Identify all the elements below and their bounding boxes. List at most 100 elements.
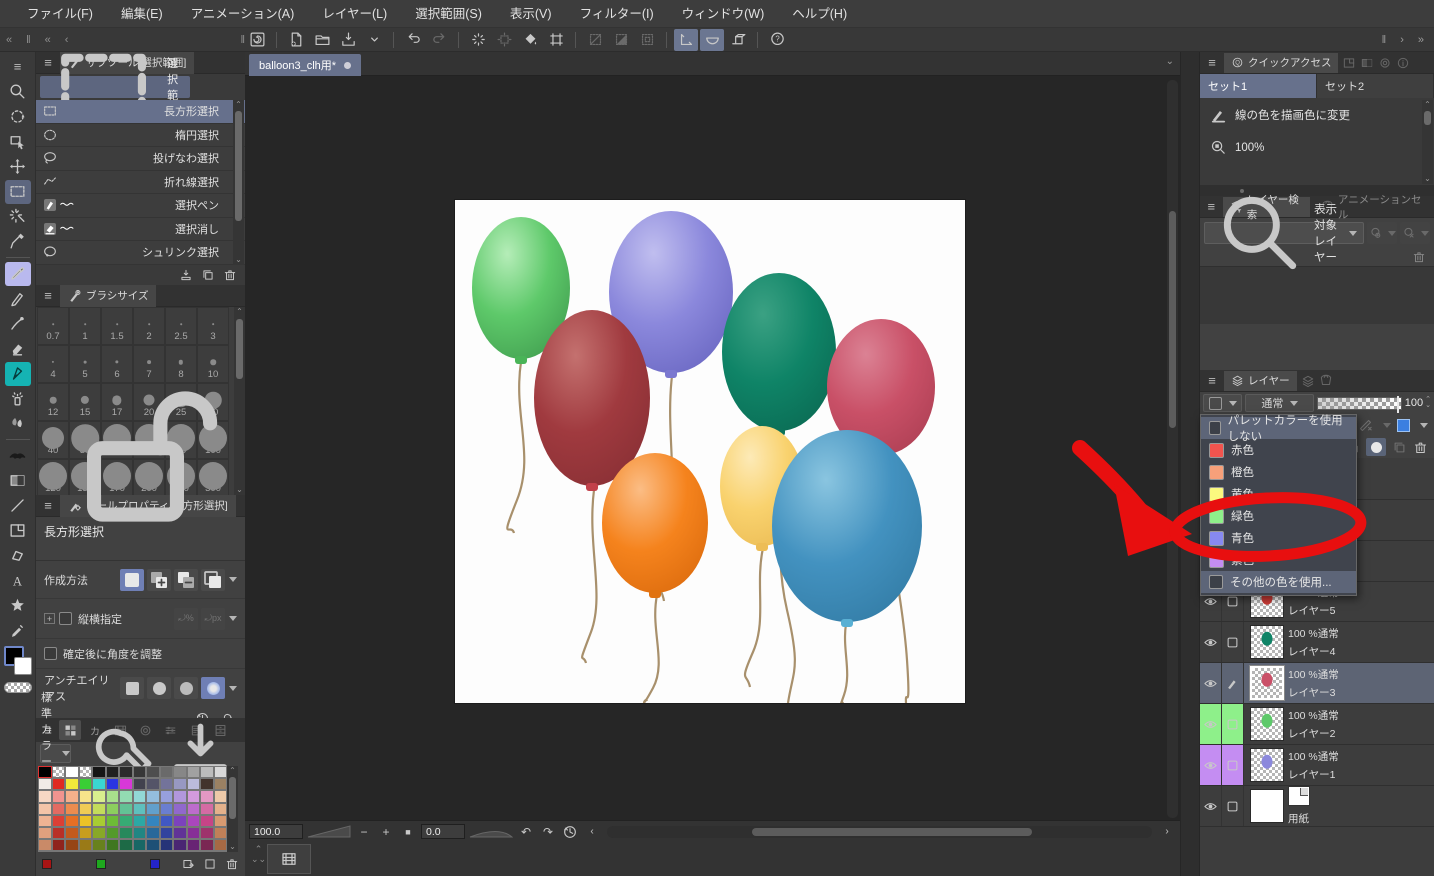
tab-list-chevron-icon[interactable]: ⌄ xyxy=(1166,56,1174,67)
decoration-bat-tool[interactable] xyxy=(5,444,31,468)
undo-arrow-button[interactable] xyxy=(401,29,425,51)
palette-color-cell[interactable] xyxy=(65,851,79,852)
palette-color-cell[interactable] xyxy=(38,766,53,780)
clip-logo-button[interactable] xyxy=(245,29,269,51)
palette-color-cell[interactable] xyxy=(213,790,227,803)
palette-color-cell[interactable] xyxy=(38,802,52,815)
chevron-down-icon[interactable] xyxy=(229,685,237,691)
palette-color-cell[interactable] xyxy=(213,766,227,779)
quick-access-tab[interactable]: Q クイックアクセス xyxy=(1224,52,1339,73)
document-canvas[interactable] xyxy=(455,200,965,708)
palette-color-cell[interactable] xyxy=(38,826,52,840)
subtool-item-0[interactable]: 長方形選択 xyxy=(36,100,245,124)
palette-color-cell[interactable] xyxy=(146,851,160,852)
palette-color-cell[interactable] xyxy=(119,802,133,815)
panel-handle-icon[interactable]: ‖ xyxy=(26,34,31,46)
palette-color-cell[interactable] xyxy=(159,826,173,840)
timeline-arrows[interactable]: ⌃ ⌄⌄ xyxy=(251,844,266,864)
palette-color-cell[interactable] xyxy=(78,778,92,791)
palette-color-cell[interactable] xyxy=(92,814,106,827)
new-doc-button[interactable] xyxy=(284,29,308,51)
palette-color-cell[interactable] xyxy=(186,790,200,803)
brush-size-scrollbar[interactable]: ⌃ ⌄ xyxy=(234,307,245,495)
layer-thumbnail[interactable] xyxy=(1250,625,1284,659)
tab-material3-icon[interactable] xyxy=(1378,56,1392,70)
palette-color-cell[interactable] xyxy=(132,802,146,815)
menu-item-5[interactable]: 表示(V) xyxy=(497,0,565,28)
scroll-right-icon[interactable]: › xyxy=(1158,824,1176,840)
palette-color-cell[interactable] xyxy=(51,851,65,852)
palette-color-cell[interactable] xyxy=(78,851,92,852)
delete-layer-icon[interactable] xyxy=(1412,250,1426,264)
layer-panel-tab[interactable]: レイヤー xyxy=(1224,370,1297,391)
fill-diamond-button[interactable] xyxy=(518,29,542,51)
palette-color-cell[interactable] xyxy=(51,839,65,852)
palette-color-cell[interactable] xyxy=(119,766,133,779)
tab-material-icon[interactable] xyxy=(1342,56,1356,70)
palette-color-cell[interactable] xyxy=(186,778,200,791)
magnifier-tool[interactable] xyxy=(5,80,31,104)
subview-button[interactable] xyxy=(267,844,311,874)
layer-visibility-eye-icon[interactable] xyxy=(1200,704,1222,744)
palette-color-cell[interactable] xyxy=(38,778,52,791)
canvas-vertical-scrollbar[interactable] xyxy=(1167,80,1178,818)
palette-color-cell[interactable] xyxy=(78,790,92,803)
palette-color-cell[interactable] xyxy=(200,778,214,791)
menu-item-3[interactable]: レイヤー(L) xyxy=(309,0,400,28)
select-border-button[interactable] xyxy=(635,29,659,51)
adjust-angle-checkbox[interactable] xyxy=(44,647,57,660)
clip-layer-icon[interactable] xyxy=(1392,440,1407,455)
palette-color-cell[interactable] xyxy=(173,839,187,852)
select-inverse-button[interactable] xyxy=(609,29,633,51)
palette-color-cell[interactable] xyxy=(65,766,79,779)
layer-thumbnail[interactable] xyxy=(1250,748,1284,782)
palette-color-cell[interactable] xyxy=(92,839,106,852)
zoom-value-field[interactable]: 100.0 xyxy=(249,824,303,839)
quick-access-scrollbar[interactable]: ⌃ ⌄ xyxy=(1422,100,1433,184)
rotate-right-button[interactable]: ↷ xyxy=(539,824,557,840)
brush-size-2[interactable]: 2 xyxy=(133,307,165,345)
rotation-value-field[interactable]: 0.0 xyxy=(421,824,465,839)
palette-color-cell[interactable] xyxy=(159,814,173,827)
chevron-down-button[interactable] xyxy=(362,29,386,51)
subtool-item-6[interactable]: シュリンク選択 xyxy=(36,241,245,265)
eyedropper-tool[interactable] xyxy=(5,230,31,254)
panel-menu-icon[interactable]: ≡ xyxy=(40,288,56,303)
move-tool-tool[interactable] xyxy=(5,155,31,179)
palette-color-cell[interactable] xyxy=(186,766,200,779)
snap-curve-button[interactable] xyxy=(700,28,724,51)
create-new-selection-button[interactable] xyxy=(120,568,144,591)
timeline-tab-icon[interactable] xyxy=(1319,374,1333,388)
crop-frame-button[interactable] xyxy=(544,29,568,51)
brush-size-2.5[interactable]: 2.5 xyxy=(165,307,197,345)
palette-color-cell[interactable] xyxy=(92,790,106,803)
palette-color-cell[interactable] xyxy=(65,826,79,840)
palette-color-cell[interactable] xyxy=(38,839,52,852)
palette-color-cell[interactable] xyxy=(119,790,133,803)
palette-color-cell[interactable] xyxy=(159,839,173,852)
layer-visibility-eye-icon[interactable] xyxy=(1200,745,1222,785)
palette-color-cell[interactable] xyxy=(213,814,227,827)
palette-color-cell[interactable] xyxy=(173,814,187,827)
palette-color-cell[interactable] xyxy=(132,851,146,852)
straight-line-tool[interactable] xyxy=(5,494,31,518)
palette-color-cell[interactable] xyxy=(51,826,65,840)
palette-color-cell[interactable] xyxy=(132,814,146,827)
palette-color-cell[interactable] xyxy=(132,766,146,779)
palette-color-cell[interactable] xyxy=(51,790,65,803)
layer-checkbox[interactable] xyxy=(1222,622,1244,662)
auto-select-star-tool[interactable] xyxy=(5,594,31,618)
marker-pen-tool[interactable] xyxy=(4,261,31,286)
subtool-item-4[interactable]: 選択ペン xyxy=(36,194,245,218)
menu-item-8[interactable]: ヘルプ(H) xyxy=(779,0,860,28)
palette-menu-option-2[interactable]: 橙色 xyxy=(1201,461,1356,483)
palette-color-cell[interactable] xyxy=(186,814,200,827)
subtool-item-2[interactable]: 投げなわ選択 xyxy=(36,147,245,171)
palette-color-cell[interactable] xyxy=(65,814,79,827)
rect-select-tool[interactable] xyxy=(4,179,31,204)
palette-color-cell[interactable] xyxy=(146,778,160,791)
canvas-horizontal-scrollbar[interactable] xyxy=(607,825,1152,838)
burst-box-button[interactable] xyxy=(492,29,516,51)
layer-thumbnail[interactable] xyxy=(1250,707,1284,741)
rotate-view-tool[interactable] xyxy=(5,105,31,129)
